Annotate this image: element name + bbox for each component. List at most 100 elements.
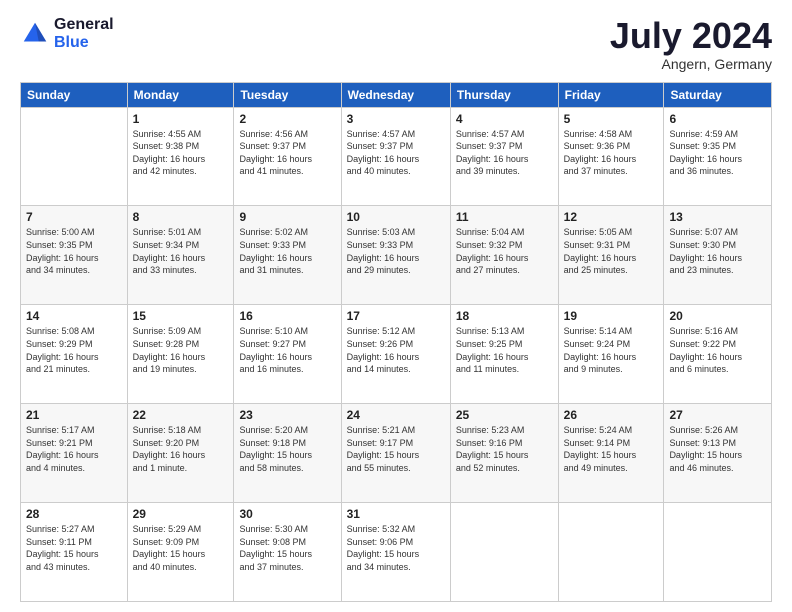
day-info: Sunrise: 4:55 AM Sunset: 9:38 PM Dayligh… [133, 128, 229, 178]
logo-icon [20, 19, 50, 49]
logo: General Blue [20, 16, 114, 51]
calendar-cell: 8 Sunrise: 5:01 AM Sunset: 9:34 PM Daylig… [127, 206, 234, 305]
calendar-cell: 12Sunrise: 5:05 AM Sunset: 9:31 PM Dayli… [558, 206, 664, 305]
calendar-cell: 28Sunrise: 5:27 AM Sunset: 9:11 PM Dayli… [21, 503, 128, 602]
day-info: Sunrise: 4:57 AM Sunset: 9:37 PM Dayligh… [347, 128, 445, 178]
day-info: Sunrise: 5:32 AM Sunset: 9:06 PM Dayligh… [347, 523, 445, 573]
day-info: Sunrise: 5:02 AM Sunset: 9:33 PM Dayligh… [239, 226, 335, 276]
calendar-cell [664, 503, 772, 602]
calendar-cell: 31 Sunrise: 5:32 AM Sunset: 9:06 PM Dayli… [341, 503, 450, 602]
calendar-cell: 21Sunrise: 5:17 AM Sunset: 9:21 PM Dayli… [21, 404, 128, 503]
calendar-cell: 9 Sunrise: 5:02 AM Sunset: 9:33 PM Daylig… [234, 206, 341, 305]
weekday-header-sunday: Sunday [21, 82, 128, 107]
weekday-header-tuesday: Tuesday [234, 82, 341, 107]
logo-text-general: General [54, 16, 114, 34]
calendar-cell: 22 Sunrise: 5:18 AM Sunset: 9:20 PM Dayli… [127, 404, 234, 503]
weekday-header-thursday: Thursday [450, 82, 558, 107]
day-info: Sunrise: 5:03 AM Sunset: 9:33 PM Dayligh… [347, 226, 445, 276]
day-number: 7 [26, 210, 122, 224]
calendar-week-row: 7Sunrise: 5:00 AM Sunset: 9:35 PM Daylig… [21, 206, 772, 305]
calendar-week-row: 21Sunrise: 5:17 AM Sunset: 9:21 PM Dayli… [21, 404, 772, 503]
day-info: Sunrise: 5:27 AM Sunset: 9:11 PM Dayligh… [26, 523, 122, 573]
day-number: 19 [564, 309, 659, 323]
day-number: 15 [133, 309, 229, 323]
calendar-cell: 29 Sunrise: 5:29 AM Sunset: 9:09 PM Dayli… [127, 503, 234, 602]
calendar-cell: 3 Sunrise: 4:57 AM Sunset: 9:37 PM Daylig… [341, 107, 450, 206]
weekday-header-monday: Monday [127, 82, 234, 107]
day-number: 18 [456, 309, 553, 323]
calendar-cell: 7Sunrise: 5:00 AM Sunset: 9:35 PM Daylig… [21, 206, 128, 305]
calendar-cell: 4Sunrise: 4:57 AM Sunset: 9:37 PM Daylig… [450, 107, 558, 206]
day-info: Sunrise: 5:12 AM Sunset: 9:26 PM Dayligh… [347, 325, 445, 375]
day-info: Sunrise: 5:04 AM Sunset: 9:32 PM Dayligh… [456, 226, 553, 276]
day-number: 23 [239, 408, 335, 422]
day-info: Sunrise: 5:16 AM Sunset: 9:22 PM Dayligh… [669, 325, 766, 375]
calendar-cell: 20Sunrise: 5:16 AM Sunset: 9:22 PM Dayli… [664, 305, 772, 404]
day-number: 21 [26, 408, 122, 422]
day-number: 27 [669, 408, 766, 422]
calendar-cell: 15Sunrise: 5:09 AM Sunset: 9:28 PM Dayli… [127, 305, 234, 404]
day-info: Sunrise: 5:05 AM Sunset: 9:31 PM Dayligh… [564, 226, 659, 276]
day-number: 2 [239, 112, 335, 126]
calendar-cell: 25 Sunrise: 5:23 AM Sunset: 9:16 PM Dayli… [450, 404, 558, 503]
day-number: 16 [239, 309, 335, 323]
day-number: 22 [133, 408, 229, 422]
day-number: 17 [347, 309, 445, 323]
day-number: 31 [347, 507, 445, 521]
day-info: Sunrise: 5:01 AM Sunset: 9:34 PM Dayligh… [133, 226, 229, 276]
day-info: Sunrise: 4:58 AM Sunset: 9:36 PM Dayligh… [564, 128, 659, 178]
day-info: Sunrise: 5:18 AM Sunset: 9:20 PM Dayligh… [133, 424, 229, 474]
day-info: Sunrise: 4:59 AM Sunset: 9:35 PM Dayligh… [669, 128, 766, 178]
calendar-cell: 11 Sunrise: 5:04 AM Sunset: 9:32 PM Dayli… [450, 206, 558, 305]
day-number: 11 [456, 210, 553, 224]
day-number: 8 [133, 210, 229, 224]
day-info: Sunrise: 5:08 AM Sunset: 9:29 PM Dayligh… [26, 325, 122, 375]
calendar-cell: 13 Sunrise: 5:07 AM Sunset: 9:30 PM Dayli… [664, 206, 772, 305]
day-number: 10 [347, 210, 445, 224]
day-number: 1 [133, 112, 229, 126]
calendar-cell: 16 Sunrise: 5:10 AM Sunset: 9:27 PM Dayli… [234, 305, 341, 404]
day-info: Sunrise: 4:57 AM Sunset: 9:37 PM Dayligh… [456, 128, 553, 178]
calendar-cell [558, 503, 664, 602]
calendar-cell: 19 Sunrise: 5:14 AM Sunset: 9:24 PM Dayli… [558, 305, 664, 404]
weekday-header-saturday: Saturday [664, 82, 772, 107]
day-info: Sunrise: 5:13 AM Sunset: 9:25 PM Dayligh… [456, 325, 553, 375]
day-info: Sunrise: 5:23 AM Sunset: 9:16 PM Dayligh… [456, 424, 553, 474]
calendar-week-row: 1 Sunrise: 4:55 AM Sunset: 9:38 PM Daylig… [21, 107, 772, 206]
logo-text-blue: Blue [54, 34, 114, 52]
title-block: July 2024 Angern, Germany [610, 16, 772, 72]
day-info: Sunrise: 5:21 AM Sunset: 9:17 PM Dayligh… [347, 424, 445, 474]
weekday-header-wednesday: Wednesday [341, 82, 450, 107]
location-subtitle: Angern, Germany [610, 56, 772, 72]
calendar-cell: 1 Sunrise: 4:55 AM Sunset: 9:38 PM Daylig… [127, 107, 234, 206]
day-info: Sunrise: 5:14 AM Sunset: 9:24 PM Dayligh… [564, 325, 659, 375]
day-number: 29 [133, 507, 229, 521]
weekday-header-friday: Friday [558, 82, 664, 107]
calendar-cell [450, 503, 558, 602]
day-info: Sunrise: 5:24 AM Sunset: 9:14 PM Dayligh… [564, 424, 659, 474]
calendar-week-row: 14 Sunrise: 5:08 AM Sunset: 9:29 PM Dayli… [21, 305, 772, 404]
day-number: 5 [564, 112, 659, 126]
calendar-week-row: 28Sunrise: 5:27 AM Sunset: 9:11 PM Dayli… [21, 503, 772, 602]
calendar-cell: 24Sunrise: 5:21 AM Sunset: 9:17 PM Dayli… [341, 404, 450, 503]
day-number: 9 [239, 210, 335, 224]
day-info: Sunrise: 5:20 AM Sunset: 9:18 PM Dayligh… [239, 424, 335, 474]
calendar-cell: 6Sunrise: 4:59 AM Sunset: 9:35 PM Daylig… [664, 107, 772, 206]
day-number: 14 [26, 309, 122, 323]
calendar-body: 1 Sunrise: 4:55 AM Sunset: 9:38 PM Daylig… [21, 107, 772, 601]
calendar-cell: 23 Sunrise: 5:20 AM Sunset: 9:18 PM Dayli… [234, 404, 341, 503]
day-number: 13 [669, 210, 766, 224]
calendar-cell: 30Sunrise: 5:30 AM Sunset: 9:08 PM Dayli… [234, 503, 341, 602]
day-info: Sunrise: 5:10 AM Sunset: 9:27 PM Dayligh… [239, 325, 335, 375]
calendar-cell: 5 Sunrise: 4:58 AM Sunset: 9:36 PM Daylig… [558, 107, 664, 206]
calendar-cell: 26Sunrise: 5:24 AM Sunset: 9:14 PM Dayli… [558, 404, 664, 503]
calendar-cell: 2Sunrise: 4:56 AM Sunset: 9:37 PM Daylig… [234, 107, 341, 206]
calendar-cell: 17 Sunrise: 5:12 AM Sunset: 9:26 PM Dayli… [341, 305, 450, 404]
calendar-cell: 27Sunrise: 5:26 AM Sunset: 9:13 PM Dayli… [664, 404, 772, 503]
calendar-cell [21, 107, 128, 206]
day-info: Sunrise: 5:29 AM Sunset: 9:09 PM Dayligh… [133, 523, 229, 573]
day-info: Sunrise: 5:07 AM Sunset: 9:30 PM Dayligh… [669, 226, 766, 276]
day-number: 25 [456, 408, 553, 422]
weekday-header-row: SundayMondayTuesdayWednesdayThursdayFrid… [21, 82, 772, 107]
day-number: 3 [347, 112, 445, 126]
